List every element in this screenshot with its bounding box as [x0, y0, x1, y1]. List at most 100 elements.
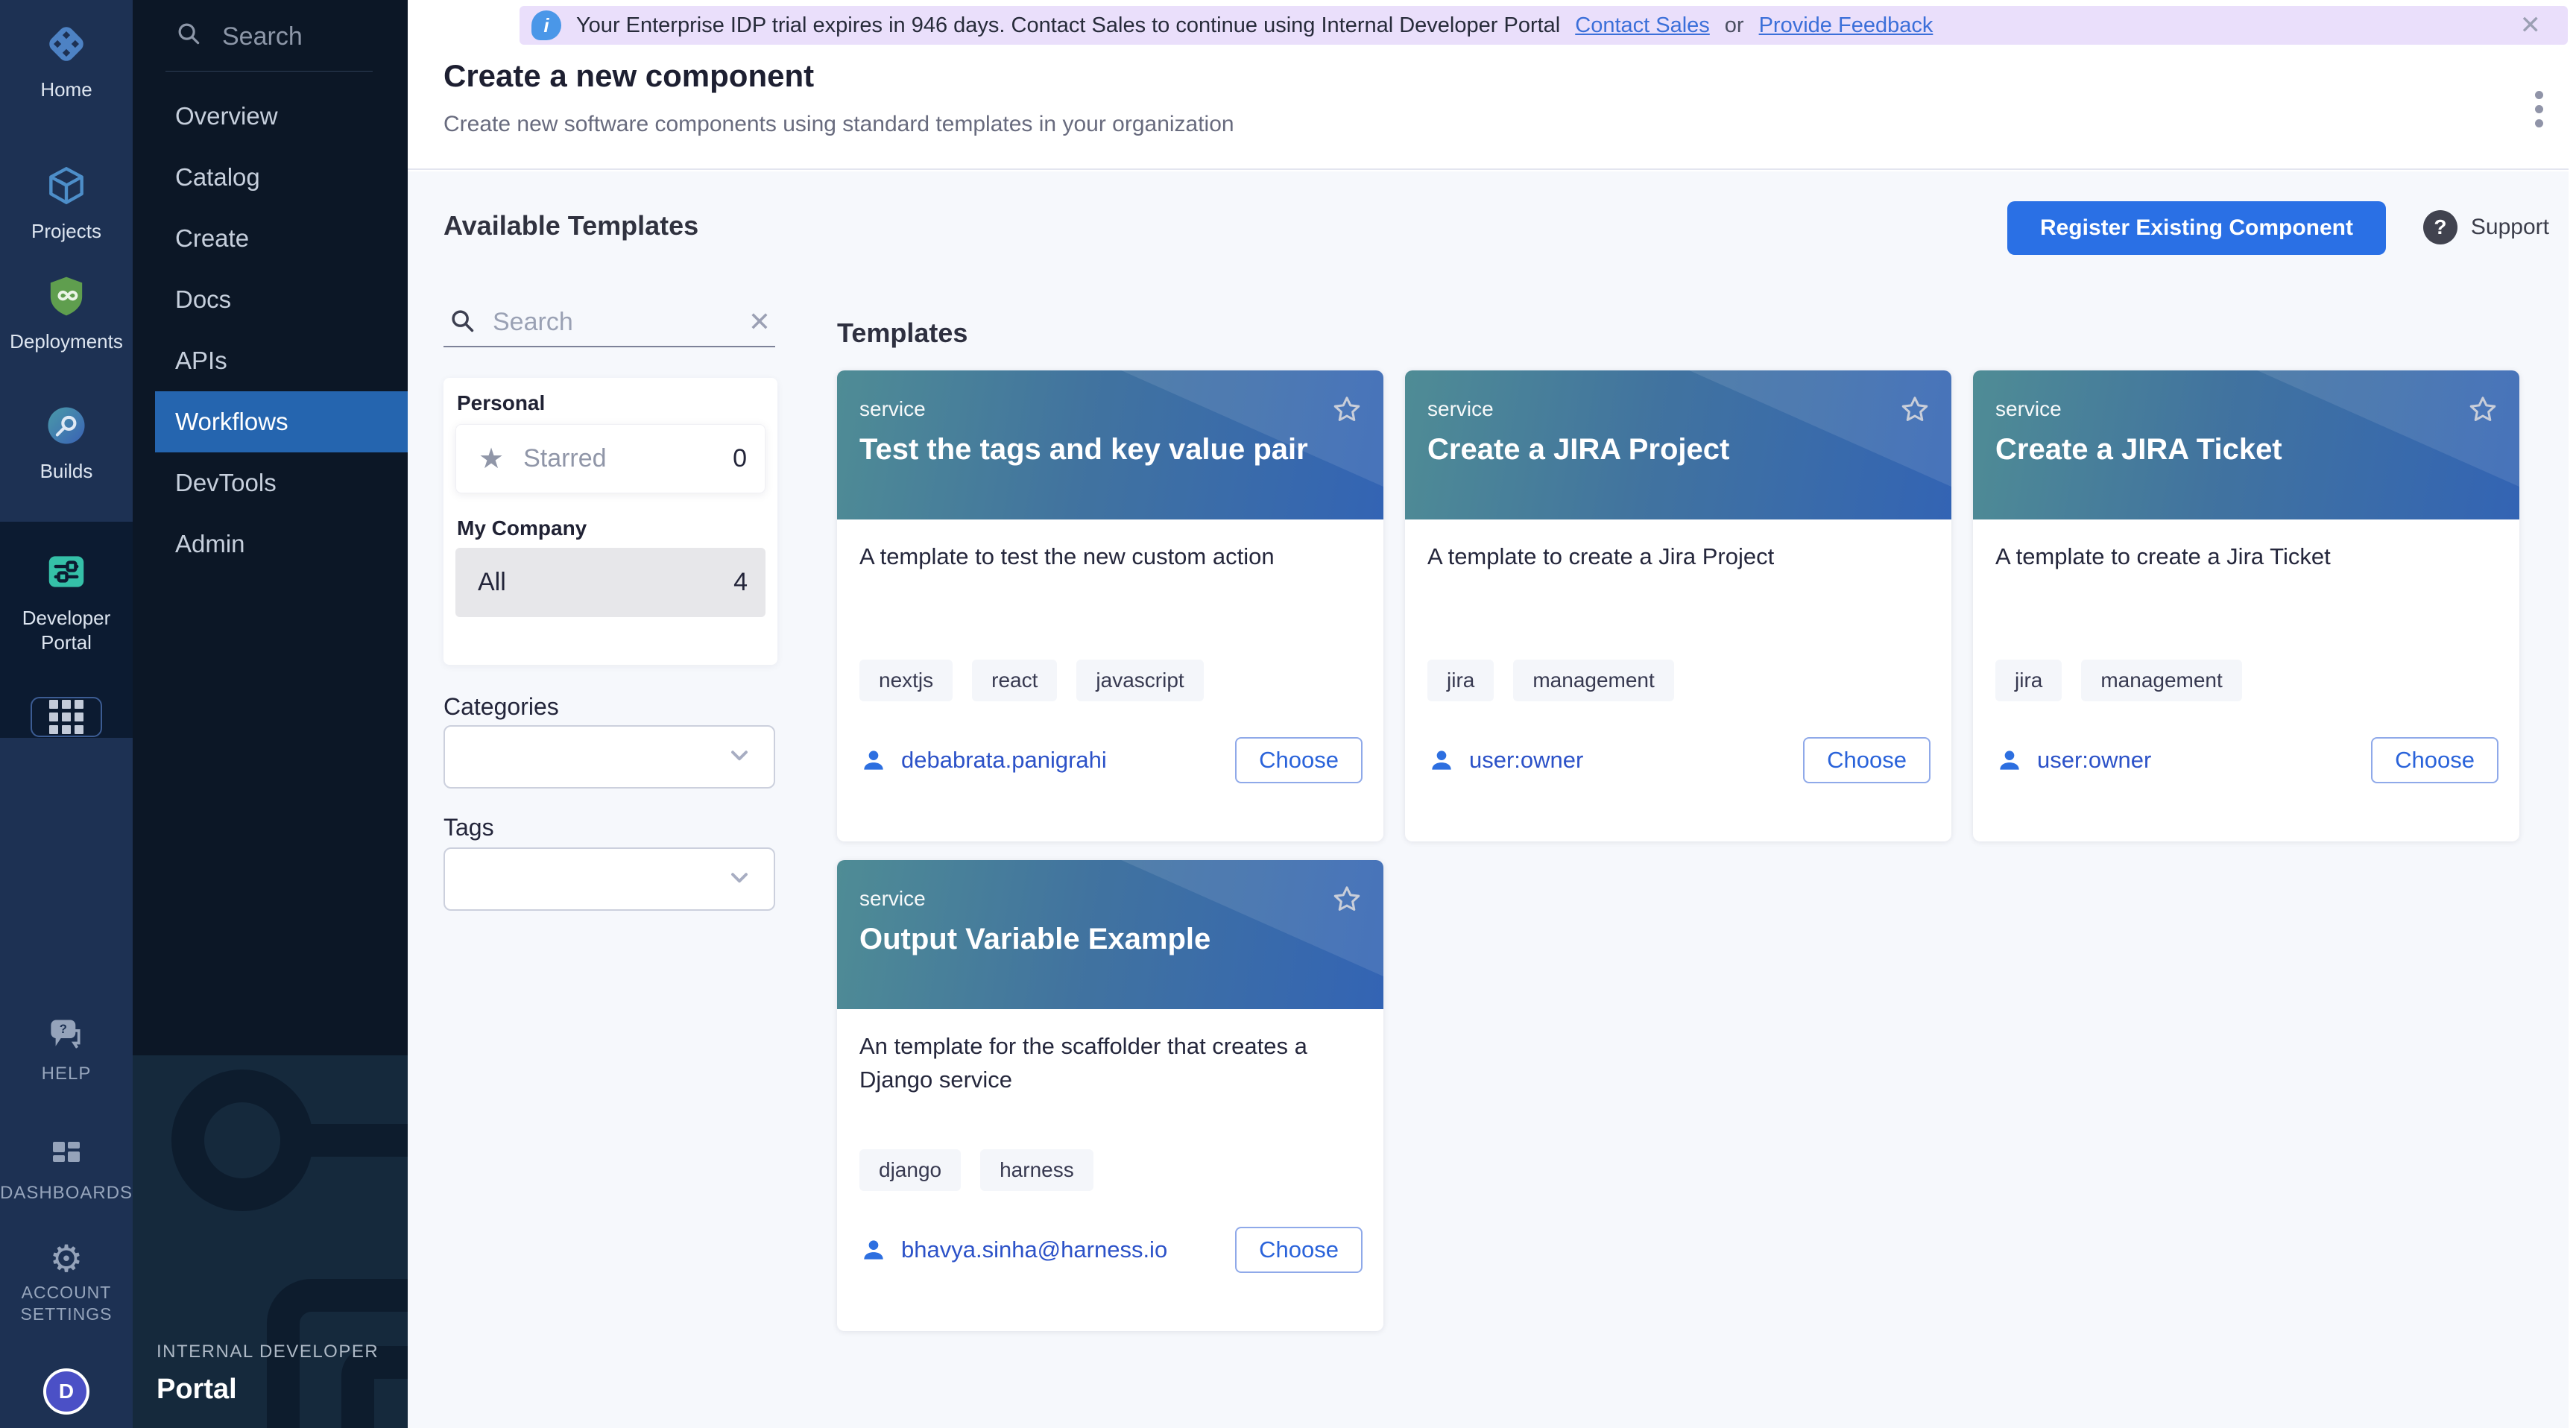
owner-name: user:owner	[1469, 747, 1583, 774]
help-label: HELP	[0, 1064, 133, 1084]
sidebar-item-label: Developer Portal	[18, 606, 115, 654]
sidebar-item-deployments[interactable]: Deployments	[0, 273, 133, 353]
deployments-icon	[43, 273, 89, 323]
banner-close-icon[interactable]: ✕	[2520, 10, 2542, 40]
sidebar-item-developer-portal[interactable]: Developer Portal	[0, 549, 133, 654]
help-button[interactable]: ? HELP	[0, 1015, 133, 1084]
choose-button[interactable]: Choose	[2371, 737, 2498, 783]
sidebar-item-overview[interactable]: Overview	[133, 86, 408, 147]
support-label: Support	[2471, 215, 2549, 240]
tag-chip: harness	[980, 1149, 1093, 1191]
scrollbar-gutter[interactable]	[2569, 0, 2576, 1428]
all-filter-item[interactable]: All 4	[455, 548, 765, 617]
owner-name: bhavya.sinha@harness.io	[901, 1236, 1167, 1263]
sidebar-item-catalog[interactable]: Catalog	[133, 147, 408, 208]
support-button[interactable]: ? Support	[2423, 210, 2549, 244]
card-footer: debabrata.panigrahi Choose	[859, 736, 1363, 785]
star-icon: ★	[479, 442, 504, 476]
kebab-menu-icon[interactable]	[2531, 86, 2548, 132]
info-icon: i	[531, 10, 561, 40]
provide-feedback-link[interactable]: Provide Feedback	[1759, 13, 1933, 38]
owner-link[interactable]: bhavya.sinha@harness.io	[859, 1236, 1235, 1264]
sidebar-nav: Overview Catalog Create Docs APIs Workfl…	[133, 86, 408, 575]
categories-select[interactable]	[443, 725, 775, 789]
svg-text:?: ?	[60, 1022, 67, 1036]
person-icon	[859, 746, 888, 774]
all-count: 4	[733, 568, 748, 597]
star-toggle-icon[interactable]	[2466, 393, 2500, 431]
content-area: Available Templates Register Existing Co…	[408, 171, 2576, 1428]
sidebar-item-workflows[interactable]: Workflows	[155, 391, 408, 452]
module-switcher-button[interactable]	[31, 697, 102, 737]
card-title: Create a JIRA Ticket	[1995, 433, 2497, 467]
tags-select[interactable]	[443, 847, 775, 911]
sidebar-item-docs[interactable]: Docs	[133, 269, 408, 330]
brand-kicker: INTERNAL DEVELOPER	[157, 1342, 379, 1362]
brand-title: Portal	[157, 1374, 237, 1406]
star-toggle-icon[interactable]	[1330, 393, 1364, 431]
trial-banner-text: Your Enterprise IDP trial expires in 946…	[576, 13, 1560, 38]
sidebar-item-projects[interactable]: Projects	[0, 162, 133, 243]
owner-link[interactable]: debabrata.panigrahi	[859, 746, 1235, 774]
person-icon	[1995, 746, 2024, 774]
template-card-grid: service Test the tags and key value pair…	[837, 370, 2544, 1331]
owner-name: debabrata.panigrahi	[901, 747, 1107, 774]
choose-button[interactable]: Choose	[1235, 1227, 1363, 1273]
all-label: All	[478, 568, 733, 597]
chevron-down-icon	[726, 864, 753, 894]
star-toggle-icon[interactable]	[1330, 882, 1364, 920]
banner-or-text: or	[1725, 13, 1744, 38]
sidebar-item-devtools[interactable]: DevTools	[133, 452, 408, 514]
avatar-initial: D	[59, 1380, 74, 1403]
card-type-label: service	[859, 887, 1361, 911]
page-subtitle: Create new software components using sta…	[443, 112, 1234, 137]
template-search-box: ✕	[443, 298, 775, 347]
person-icon	[859, 1236, 888, 1264]
tag-chip: nextjs	[859, 660, 953, 701]
sidebar-item-builds[interactable]: Builds	[0, 402, 133, 483]
account-settings-button[interactable]: ⚙ ACCOUNT SETTINGS	[0, 1240, 133, 1325]
brand-watermark	[300, 1124, 408, 1157]
card-type-label: service	[1427, 397, 1929, 421]
search-icon	[174, 19, 203, 54]
user-avatar[interactable]: D	[43, 1368, 89, 1415]
card-description: A template to create a Jira Ticket	[1995, 540, 2497, 574]
tag-chip: management	[2081, 660, 2241, 701]
owner-link[interactable]: user:owner	[1995, 746, 2371, 774]
starred-filter-item[interactable]: ★ Starred 0	[455, 424, 765, 493]
template-card: service Output Variable Example An templ…	[837, 860, 1383, 1331]
card-header: service Create a JIRA Ticket	[1973, 370, 2519, 519]
sidebar-item-create[interactable]: Create	[133, 208, 408, 269]
dashboards-button[interactable]: DASHBOARDS	[0, 1136, 133, 1204]
account-settings-label: ACCOUNT SETTINGS	[14, 1282, 119, 1325]
sidebar-item-label: Deployments	[0, 330, 133, 353]
divider	[165, 71, 373, 72]
sidebar-item-label: Home	[0, 78, 133, 101]
contact-sales-link[interactable]: Contact Sales	[1575, 13, 1710, 38]
owner-link[interactable]: user:owner	[1427, 746, 1803, 774]
choose-button[interactable]: Choose	[1803, 737, 1931, 783]
person-icon	[1427, 746, 1456, 774]
sidebar-item-home[interactable]: Home	[0, 21, 133, 101]
star-toggle-icon[interactable]	[1898, 393, 1932, 431]
clear-search-icon[interactable]: ✕	[748, 306, 771, 338]
card-tags: jira management	[1427, 660, 1674, 701]
personal-section-label: Personal	[457, 391, 545, 415]
tag-chip: jira	[1427, 660, 1494, 701]
card-title: Output Variable Example	[859, 923, 1361, 956]
page-title: Create a new component	[443, 58, 814, 94]
main-area: i Your Enterprise IDP trial expires in 9…	[408, 0, 2576, 1428]
card-header: service Create a JIRA Project	[1405, 370, 1951, 519]
starred-count: 0	[733, 444, 747, 473]
sidebar-item-apis[interactable]: APIs	[133, 330, 408, 391]
register-existing-component-button[interactable]: Register Existing Component	[2007, 201, 2386, 255]
template-card: service Create a JIRA Ticket A template …	[1973, 370, 2519, 841]
template-search-input[interactable]	[493, 308, 732, 337]
sidebar-item-admin[interactable]: Admin	[133, 514, 408, 575]
templates-heading: Templates	[837, 317, 967, 349]
starred-label: Starred	[523, 444, 713, 473]
choose-button[interactable]: Choose	[1235, 737, 1363, 783]
card-title: Create a JIRA Project	[1427, 433, 1929, 467]
card-description: A template to test the new custom action	[859, 540, 1361, 574]
sidebar-search[interactable]: Search	[174, 19, 303, 54]
